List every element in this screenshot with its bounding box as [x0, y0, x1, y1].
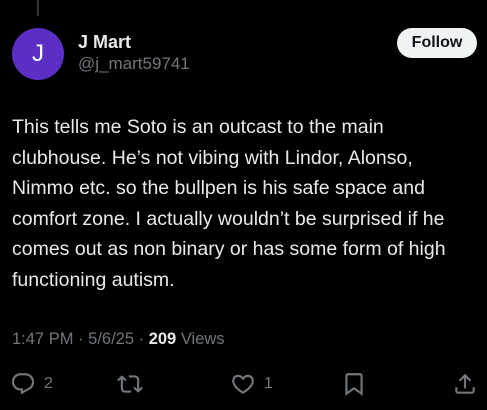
avatar[interactable]: J [12, 28, 64, 80]
action-bar: 2 1 [0, 368, 487, 400]
follow-button[interactable]: Follow [397, 28, 477, 58]
reply-button[interactable]: 2 [10, 368, 53, 400]
author-handle[interactable]: @j_mart59741 [78, 54, 190, 74]
meta-separator: · [138, 330, 145, 348]
tweet-time[interactable]: 1:47 PM [12, 330, 73, 348]
reply-icon [11, 373, 35, 395]
like-count: 1 [264, 375, 273, 392]
repost-button[interactable] [117, 368, 143, 400]
like-button[interactable]: 1 [230, 368, 273, 400]
author-name[interactable]: J Mart [78, 32, 131, 53]
tweet-date[interactable]: 5/6/25 [88, 330, 134, 348]
repost-icon [117, 375, 143, 393]
views-label: Views [180, 330, 225, 348]
tweet-meta: 1:47 PM · 5/6/25 · 209 Views [12, 330, 225, 349]
tweet-header: J J Mart @j_mart59741 Follow [12, 28, 477, 82]
bookmark-icon [345, 373, 363, 396]
meta-separator: · [78, 330, 84, 348]
reply-count: 2 [44, 375, 53, 392]
tweet-text: This tells me Soto is an outcast to the … [12, 116, 446, 291]
thread-connector-line [37, 0, 39, 16]
share-icon [455, 373, 475, 394]
heart-icon [232, 374, 254, 394]
share-button[interactable] [452, 368, 478, 400]
views-count: 209 [148, 330, 177, 348]
bookmark-button[interactable] [341, 368, 367, 400]
